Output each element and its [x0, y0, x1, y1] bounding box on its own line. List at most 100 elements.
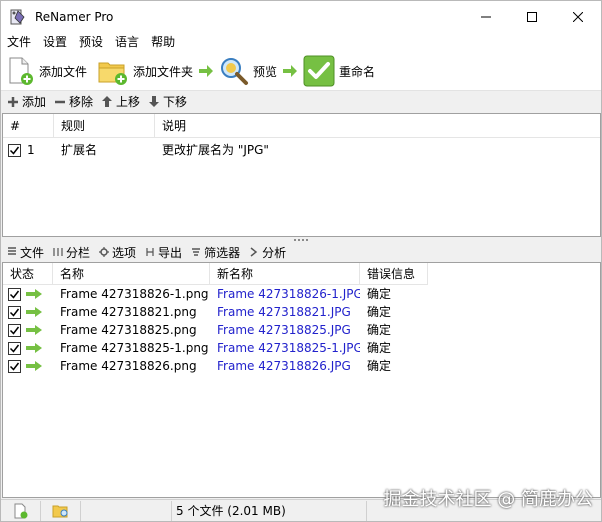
export-menu-button[interactable]: 导出	[145, 244, 182, 261]
file-row[interactable]: Frame 427318826-1.png Frame 427318826-1.…	[3, 285, 600, 303]
file-error: 确定	[367, 287, 392, 301]
arrow-right-icon	[199, 65, 214, 77]
close-icon	[573, 11, 583, 22]
status-arrow-icon	[26, 307, 42, 317]
options-menu-button[interactable]: 选项	[99, 244, 136, 261]
arrow-up-icon	[102, 96, 113, 107]
file-checkbox[interactable]	[8, 287, 21, 301]
files-header-name[interactable]: 名称	[53, 263, 210, 285]
rule-row[interactable]: 1 扩展名 更改扩展名为 "JPG"	[3, 138, 600, 162]
columns-menu-label: 分栏	[66, 245, 91, 260]
file-new-name: Frame 427318825-1.JPG	[217, 341, 360, 355]
files-menu-label: 文件	[20, 245, 45, 260]
app-window: ReNamer Pro 文件 设置 预设 语言 帮助 添加文件 添加文件夹 预览…	[0, 0, 602, 522]
magnifier-icon	[221, 58, 249, 85]
check-icon	[9, 344, 20, 353]
add-file-icon	[9, 57, 33, 85]
file-name: Frame 427318826.png	[60, 359, 197, 373]
add-folder-button[interactable]: 添加文件夹	[97, 53, 193, 89]
maximize-button[interactable]	[509, 1, 555, 32]
files-icon	[8, 247, 16, 255]
file-row[interactable]: Frame 427318826.png Frame 427318826.JPG …	[3, 357, 600, 375]
file-error: 确定	[367, 323, 392, 337]
remove-rule-label: 移除	[69, 95, 94, 109]
file-checkbox[interactable]	[8, 305, 21, 319]
rules-header-rule[interactable]: 规则	[54, 114, 155, 137]
preview-button[interactable]: 预览	[219, 53, 277, 89]
files-toolbar: 文件 分栏 选项 导出 筛选器 分析	[1, 242, 601, 262]
remove-rule-button[interactable]: 移除	[55, 93, 93, 110]
add-files-button[interactable]: 添加文件	[7, 53, 87, 89]
analyze-menu-label: 分析	[262, 245, 287, 260]
export-icon	[146, 248, 154, 256]
options-menu-label: 选项	[112, 245, 137, 260]
main-toolbar: 添加文件 添加文件夹 预览 重命名	[1, 52, 601, 90]
move-down-button[interactable]: 下移	[149, 93, 187, 110]
add-folder-icon	[98, 62, 128, 85]
close-button[interactable]	[555, 1, 601, 32]
rules-header-num[interactable]: #	[3, 114, 54, 137]
rules-header-desc[interactable]: 说明	[155, 114, 600, 137]
arrow-down-icon	[149, 96, 160, 107]
add-rule-button[interactable]: 添加	[8, 93, 46, 110]
add-files-label: 添加文件	[39, 64, 88, 79]
file-error: 确定	[367, 359, 392, 373]
check-icon	[9, 146, 20, 155]
options-icon	[99, 247, 110, 257]
files-header: 状态 名称 新名称 错误信息	[3, 263, 600, 285]
add-folder-label: 添加文件夹	[133, 64, 194, 79]
files-header-error[interactable]: 错误信息	[360, 263, 428, 285]
file-count-status: 5 个文件 (2.01 MB)	[171, 500, 367, 521]
check-icon	[9, 308, 20, 317]
file-name: Frame 427318825.png	[60, 323, 197, 337]
preview-label: 预览	[253, 64, 278, 79]
files-table: 状态 名称 新名称 错误信息 Frame 427318826-1.png Fra…	[2, 262, 601, 498]
rename-button[interactable]: 重命名	[303, 53, 375, 89]
add-file-small-icon	[14, 503, 27, 518]
file-new-name: Frame 427318825.JPG	[217, 323, 351, 337]
rule-description: 更改扩展名为 "JPG"	[162, 143, 269, 157]
file-new-name: Frame 427318821.JPG	[217, 305, 351, 319]
analyze-icon	[250, 247, 258, 257]
splitter-grip	[294, 238, 308, 241]
rule-checkbox[interactable]	[8, 143, 21, 157]
filter-icon	[192, 248, 201, 256]
file-checkbox[interactable]	[8, 323, 21, 337]
files-menu-button[interactable]: 文件	[7, 244, 44, 261]
minimize-button[interactable]	[463, 1, 509, 32]
checkmark-icon	[303, 55, 335, 87]
add-rule-label: 添加	[22, 95, 47, 109]
file-row[interactable]: Frame 427318821.png Frame 427318821.JPG …	[3, 303, 600, 321]
columns-icon	[53, 248, 63, 256]
check-icon	[9, 290, 20, 299]
analyze-menu-button[interactable]: 分析	[249, 244, 286, 261]
menu-help[interactable]: 帮助	[145, 32, 181, 52]
file-new-name: Frame 427318826.JPG	[217, 359, 351, 373]
file-row[interactable]: Frame 427318825-1.png Frame 427318825-1.…	[3, 339, 600, 357]
menu-presets[interactable]: 预设	[73, 32, 109, 52]
menu-settings[interactable]: 设置	[37, 32, 73, 52]
menu-language[interactable]: 语言	[109, 32, 145, 52]
statusbar-folder-button[interactable]	[41, 500, 81, 521]
file-row[interactable]: Frame 427318825.png Frame 427318825.JPG …	[3, 321, 600, 339]
file-checkbox[interactable]	[8, 341, 21, 355]
files-header-status[interactable]: 状态	[3, 263, 53, 285]
rename-label: 重命名	[339, 64, 376, 79]
file-checkbox[interactable]	[8, 359, 21, 373]
rules-header: # 规则 说明	[3, 114, 600, 138]
filter-menu-button[interactable]: 筛选器	[191, 244, 240, 261]
files-header-new-name[interactable]: 新名称	[210, 263, 360, 285]
rules-toolbar: 添加 移除 上移 下移	[1, 90, 601, 112]
move-up-button[interactable]: 上移	[102, 93, 140, 110]
status-arrow-icon	[26, 289, 42, 299]
menu-file[interactable]: 文件	[1, 32, 37, 52]
file-name: Frame 427318826-1.png	[60, 287, 209, 301]
rules-table: # 规则 说明 1 扩展名 更改扩展名为 "JPG"	[2, 113, 601, 237]
statusbar-add-file-button[interactable]	[1, 500, 41, 521]
filter-menu-label: 筛选器	[204, 245, 241, 260]
status-arrow-icon	[26, 361, 42, 371]
rule-num: 1	[27, 143, 35, 157]
minimize-icon	[481, 16, 491, 17]
move-up-label: 上移	[116, 95, 141, 109]
columns-menu-button[interactable]: 分栏	[53, 244, 90, 261]
